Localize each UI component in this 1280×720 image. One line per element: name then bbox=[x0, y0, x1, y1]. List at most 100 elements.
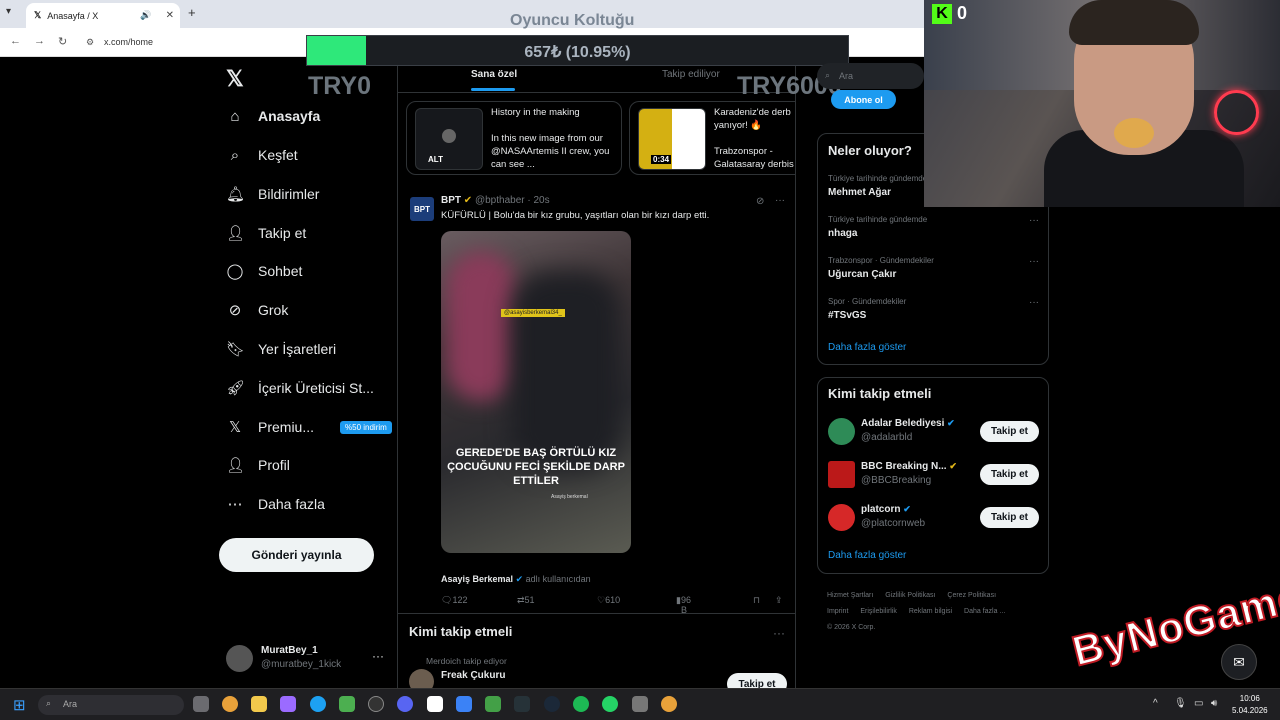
footer-link[interactable]: Gizlilik Politikası bbox=[885, 592, 935, 599]
new-tab-button[interactable]: + bbox=[188, 5, 196, 20]
show-more-link[interactable]: Daha fazla göster bbox=[828, 550, 906, 561]
footer-link[interactable]: Erişilebilirlik bbox=[860, 608, 897, 615]
chat-fab-button[interactable]: ✉ bbox=[1221, 644, 1257, 680]
chrome-icon[interactable] bbox=[222, 696, 238, 712]
nav-chat[interactable]: ◯ Sohbet bbox=[226, 260, 303, 282]
video-source[interactable]: Asayiş Berkemal ✔ adlı kullanıcıdan bbox=[441, 574, 591, 585]
follow-button[interactable]: Takip et bbox=[980, 421, 1039, 442]
app-icon[interactable] bbox=[456, 696, 472, 712]
follow-button[interactable]: Takip et bbox=[980, 464, 1039, 485]
edge-icon[interactable] bbox=[310, 696, 326, 712]
nav-follow[interactable]: 👤︎ Takip et bbox=[226, 222, 306, 244]
clock[interactable]: 10:06 5.04.2026 bbox=[1232, 693, 1268, 717]
copilot-icon[interactable] bbox=[280, 696, 296, 712]
who-to-follow-panel: Kimi takip etmeli Adalar Belediyesi ✔ @ad… bbox=[817, 377, 1049, 574]
steam-icon[interactable] bbox=[544, 696, 560, 712]
share-icon[interactable]: ⇪ bbox=[775, 595, 783, 606]
browser-tab[interactable]: 𝕏 Anasayfa / X 🔊 ✕ bbox=[26, 3, 180, 28]
tweet-video[interactable]: @asayisberkemal34_ GEREDE'DE BAŞ ÖRTÜLÜ … bbox=[441, 231, 631, 553]
tweet-author[interactable]: BPT bbox=[441, 195, 461, 206]
whatsapp-icon[interactable] bbox=[602, 696, 618, 712]
trend-item[interactable]: Trabzonspor · Gündemdekiler Uğurcan Çakır… bbox=[828, 256, 1043, 280]
suggestion-item[interactable]: platcorn ✔ @platcornweb Takip et bbox=[828, 504, 1043, 536]
suggested-name[interactable]: Freak Çukuru bbox=[441, 670, 505, 681]
url-field[interactable]: x.com/home bbox=[104, 37, 153, 47]
nav-more[interactable]: ⋯ Daha fazla bbox=[226, 493, 325, 515]
viewer-count: 0 bbox=[957, 3, 968, 23]
back-icon[interactable]: ← bbox=[10, 35, 21, 47]
gold-verified-icon: ✔ bbox=[463, 195, 473, 206]
tab-search-icon[interactable]: ▾ bbox=[6, 6, 11, 17]
site-info-icon[interactable]: ⚙ bbox=[86, 37, 94, 48]
discord-icon[interactable] bbox=[397, 696, 413, 712]
show-more-link[interactable]: Daha fazla göster bbox=[828, 342, 906, 353]
tab-following[interactable]: Takip ediliyor bbox=[662, 69, 720, 80]
suggestion-item[interactable]: Adalar Belediyesi ✔ @adalarbld Takip et bbox=[828, 418, 1043, 450]
terminal-icon[interactable] bbox=[514, 696, 530, 712]
subscribe-button[interactable]: Abone ol bbox=[831, 90, 896, 109]
more-icon[interactable]: ··· bbox=[1029, 297, 1039, 308]
follow-button[interactable]: Takip et bbox=[727, 673, 787, 688]
nav-profile[interactable]: 👤︎ Profil bbox=[226, 454, 290, 476]
account-switcher[interactable]: MuratBey_1 @muratbey_1kick ··· bbox=[226, 645, 386, 675]
nav-creator-studio[interactable]: 🚀︎ İçerik Üreticisi St... bbox=[226, 377, 374, 399]
tweet-actions: 🗨︎ 122 ⇄ 51 ♡ 610 ▮ 96 B ⊓ ⇪ bbox=[441, 595, 786, 615]
section-title: Kimi takip etmeli bbox=[828, 386, 932, 401]
more-icon[interactable]: ··· bbox=[773, 626, 785, 640]
forward-icon[interactable]: → bbox=[34, 35, 45, 47]
nav-label: Grok bbox=[258, 302, 289, 318]
nav-grok[interactable]: ⊘ Grok bbox=[226, 299, 289, 321]
trending-card[interactable]: 0:34 Karadeniz'de derb yanıyor! 🔥 Trabzo… bbox=[629, 101, 795, 175]
minecraft-icon[interactable] bbox=[485, 696, 501, 712]
search-input[interactable]: ⌕ Ara bbox=[817, 63, 924, 89]
post-button[interactable]: Gönderi yayınla bbox=[219, 538, 374, 572]
chevron-up-icon[interactable]: ^ bbox=[1153, 698, 1158, 709]
nav-notifications[interactable]: 🔔︎ Bildirimler bbox=[226, 183, 319, 205]
avatar[interactable] bbox=[409, 669, 434, 688]
more-icon[interactable]: ··· bbox=[1029, 256, 1039, 267]
nav-home[interactable]: ⌂ Anasayfa bbox=[226, 105, 320, 127]
trend-context: Türkiye tarihinde gündemde bbox=[828, 215, 928, 224]
more-icon[interactable]: ··· bbox=[775, 195, 785, 206]
footer-link[interactable]: Hizmet Şartları bbox=[827, 592, 873, 599]
footer-link[interactable]: Imprint bbox=[827, 608, 848, 615]
microphone-icon[interactable]: 🎙︎ bbox=[1174, 698, 1187, 709]
file-explorer-icon[interactable] bbox=[251, 696, 267, 712]
nav-explore[interactable]: ⌕ Keşfet bbox=[226, 144, 298, 166]
footer-link[interactable]: Çerez Politikası bbox=[947, 592, 996, 599]
task-view-icon[interactable] bbox=[193, 696, 209, 712]
tweet-avatar[interactable]: BPT bbox=[410, 197, 434, 221]
nav-premium[interactable]: 𝕏 Premiu... %50 indirim bbox=[226, 416, 392, 438]
store-icon[interactable] bbox=[339, 696, 355, 712]
chrome-icon[interactable] bbox=[661, 696, 677, 712]
like-button[interactable]: ♡ 610 bbox=[597, 595, 620, 606]
more-icon[interactable]: ··· bbox=[1029, 215, 1039, 226]
taskbar-search[interactable]: ⌕ Ara bbox=[38, 695, 184, 715]
footer-link[interactable]: Reklam bilgisi bbox=[909, 608, 952, 615]
bookmark-icon[interactable]: ⊓ bbox=[753, 595, 760, 606]
footer-link[interactable]: Daha fazla ... bbox=[964, 608, 1005, 615]
settings-icon[interactable] bbox=[632, 696, 648, 712]
nav-bookmarks[interactable]: 🔖︎ Yer İşaretleri bbox=[226, 338, 336, 360]
reload-icon[interactable]: ↻ bbox=[58, 35, 67, 48]
speaker-icon[interactable]: 🔊 bbox=[140, 10, 151, 21]
repost-button[interactable]: ⇄ 51 bbox=[517, 595, 535, 606]
trend-item[interactable]: Türkiye tarihinde gündemde nhaga ··· bbox=[828, 215, 1043, 239]
network-icon[interactable]: ▭ bbox=[1194, 698, 1203, 709]
volume-icon[interactable]: 🔊︎ bbox=[1211, 698, 1217, 709]
reply-button[interactable]: 🗨︎ 122 bbox=[441, 595, 467, 606]
tab-close-icon[interactable]: ✕ bbox=[166, 10, 174, 21]
trending-card[interactable]: ALT History in the making In this new im… bbox=[406, 101, 622, 175]
tab-for-you[interactable]: Sana özel bbox=[471, 69, 517, 91]
follow-button[interactable]: Takip et bbox=[980, 507, 1039, 528]
trend-item[interactable]: Spor · Gündemdekiler #TSvGS ··· bbox=[828, 297, 1043, 321]
x-logo-icon[interactable]: 𝕏 bbox=[226, 66, 244, 92]
windows-start-icon[interactable]: ⊞ bbox=[13, 696, 26, 714]
repost-count: 51 bbox=[524, 595, 535, 605]
obs-icon[interactable] bbox=[368, 696, 384, 712]
views-button[interactable]: ▮ 96 B bbox=[676, 595, 691, 615]
spotify-icon[interactable] bbox=[573, 696, 589, 712]
suggestion-item[interactable]: BBC Breaking N... ✔ @BBCBreaking Takip et bbox=[828, 461, 1043, 493]
capcut-icon[interactable] bbox=[427, 696, 443, 712]
grok-icon[interactable]: ⊘ bbox=[756, 196, 764, 207]
